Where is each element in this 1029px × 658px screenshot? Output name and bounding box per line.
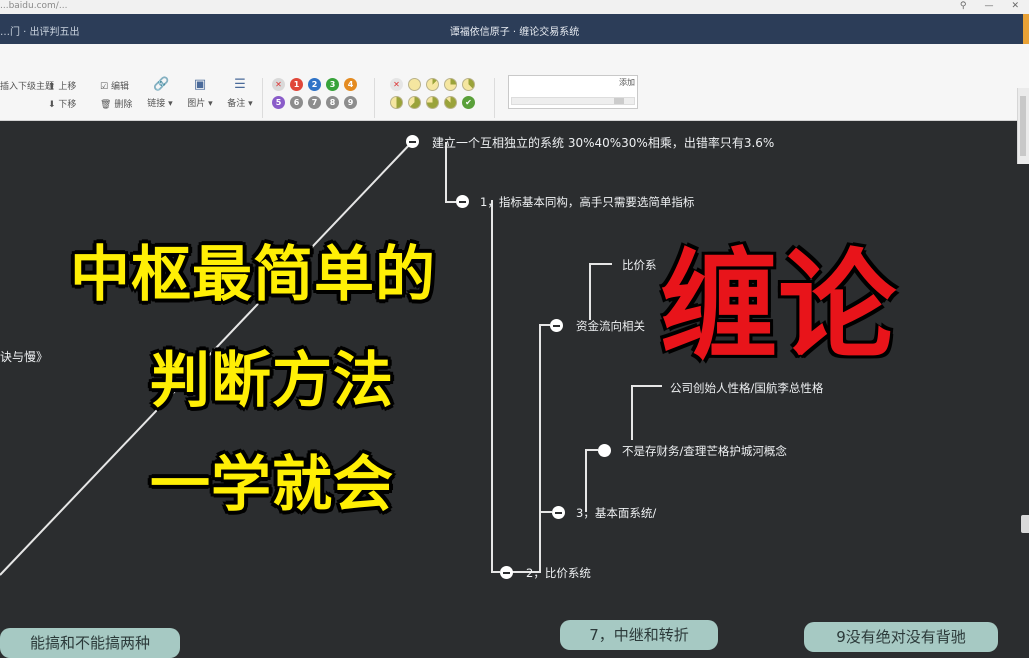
- connector-root-n1: [445, 142, 456, 203]
- progress-done-button[interactable]: ✔: [462, 96, 475, 109]
- collapse-toggle-n3[interactable]: [552, 506, 565, 519]
- profile-icon[interactable]: ⚲: [960, 0, 967, 13]
- delete-button[interactable]: 🗑 删除: [100, 97, 132, 110]
- side-panel-handle[interactable]: [1021, 515, 1029, 533]
- priority-9-button[interactable]: 9: [344, 96, 357, 109]
- priority-clear-button[interactable]: ✕: [272, 78, 285, 91]
- arrow-up-icon: ⬆: [48, 82, 56, 92]
- progress-4-button[interactable]: [390, 96, 403, 109]
- toolbar-divider: [262, 78, 263, 118]
- note-icon: ☰: [234, 77, 246, 92]
- connector-gs: [631, 385, 662, 440]
- node-left-fragment[interactable]: 诀与慢》: [0, 348, 48, 365]
- overlay-title-line2: 判断方法: [150, 346, 394, 416]
- collapse-toggle-root[interactable]: [406, 135, 419, 148]
- node-fundamental[interactable]: 3，基本面系统/: [576, 505, 656, 521]
- app-title-bar: …门 · 出评判五出 谭福依信原子 · 缠论交易系统: [0, 14, 1029, 44]
- edit-icon: ☑: [100, 82, 109, 92]
- resource-scrollbar[interactable]: [511, 97, 635, 105]
- node-fund-flow[interactable]: 资金流向相关: [576, 318, 645, 334]
- node-root[interactable]: 建立一个互相独立的系统 30%40%30%相乘，出错率只有3.6%: [432, 134, 774, 151]
- node-left-box[interactable]: 能搞和不能搞两种: [0, 628, 180, 658]
- node-comparison-partial[interactable]: 比价系: [622, 257, 657, 273]
- priority-7-button[interactable]: 7: [308, 96, 321, 109]
- connector-n1-n2: [491, 200, 500, 573]
- arrow-down-icon: ⬇: [48, 100, 56, 110]
- move-down-button[interactable]: ⬇ 下移: [48, 97, 76, 110]
- note-button[interactable]: ☰ 备注 ▾: [222, 77, 258, 110]
- priority-6-button[interactable]: 6: [290, 96, 303, 109]
- priority-2-button[interactable]: 2: [308, 78, 321, 91]
- minimize-icon[interactable]: —: [984, 0, 993, 13]
- image-icon: ▣: [193, 77, 207, 92]
- add-resource-button[interactable]: 添加: [619, 77, 635, 88]
- priority-1-button[interactable]: 1: [290, 78, 303, 91]
- progress-7-button[interactable]: [444, 96, 457, 109]
- share-button[interactable]: [1023, 14, 1029, 44]
- overlay-title-line1: 中枢最简单的: [70, 240, 436, 310]
- progress-1-button[interactable]: [426, 78, 439, 91]
- node-moat[interactable]: 不是存财务/查理芒格护城河概念: [622, 443, 787, 459]
- priority-3-button[interactable]: 3: [326, 78, 339, 91]
- address-bar[interactable]: ...baidu.com/...: [0, 0, 280, 13]
- node-indicator[interactable]: 1，指标基本同构，高手只需要选简单指标: [480, 194, 694, 210]
- overlay-title-line3: 一学就会: [150, 450, 394, 520]
- progress-5-button[interactable]: [408, 96, 421, 109]
- edit-button[interactable]: ☑ 编辑: [100, 79, 129, 92]
- collapse-toggle-cw[interactable]: [598, 444, 611, 457]
- toolbar-divider: [374, 78, 375, 118]
- node-relay-turn[interactable]: 7，中继和转折: [560, 620, 718, 650]
- window-controls: ⚲ — ✕: [960, 0, 1019, 13]
- priority-5-button[interactable]: 5: [272, 96, 285, 109]
- node-no-divergence[interactable]: 9没有绝对没有背驰: [804, 622, 998, 652]
- image-button[interactable]: ▣ 图片 ▾: [182, 77, 218, 110]
- progress-clear-button[interactable]: ✕: [390, 78, 403, 91]
- browser-top-strip: ...baidu.com/... ⚲ — ✕: [0, 0, 1029, 15]
- collapse-toggle-n2[interactable]: [500, 566, 513, 579]
- connector-bj: [589, 263, 612, 320]
- toolbar-divider: [494, 78, 495, 118]
- progress-2-button[interactable]: [444, 78, 457, 91]
- close-icon[interactable]: ✕: [1011, 0, 1019, 13]
- collapse-toggle-zj[interactable]: [550, 319, 563, 332]
- insert-child-button[interactable]: 插入下级主题: [0, 79, 54, 92]
- progress-0-button[interactable]: [408, 78, 421, 91]
- priority-4-button[interactable]: 4: [344, 78, 357, 91]
- overlay-red-title: 缠论: [660, 237, 897, 375]
- connector-zj: [510, 324, 550, 573]
- trash-icon: 🗑: [100, 100, 112, 110]
- connector-cw: [585, 449, 598, 512]
- collapse-toggle-n1[interactable]: [456, 195, 469, 208]
- resource-panel: 添加: [508, 75, 638, 109]
- resource-scroll-thumb[interactable]: [614, 98, 624, 104]
- document-title: 谭福依信原子 · 缠论交易系统: [449, 27, 580, 38]
- priority-8-button[interactable]: 8: [326, 96, 339, 109]
- resource-input[interactable]: [511, 78, 615, 92]
- progress-6-button[interactable]: [426, 96, 439, 109]
- link-icon: 🔗: [153, 77, 170, 92]
- node-price-compare[interactable]: 2，比价系统: [526, 565, 591, 581]
- node-founder[interactable]: 公司创始人性格/国航李总性格: [670, 380, 823, 396]
- move-up-button[interactable]: ⬆ 上移: [48, 79, 76, 92]
- progress-3-button[interactable]: [462, 78, 475, 91]
- link-button[interactable]: 🔗 链接 ▾: [142, 77, 178, 110]
